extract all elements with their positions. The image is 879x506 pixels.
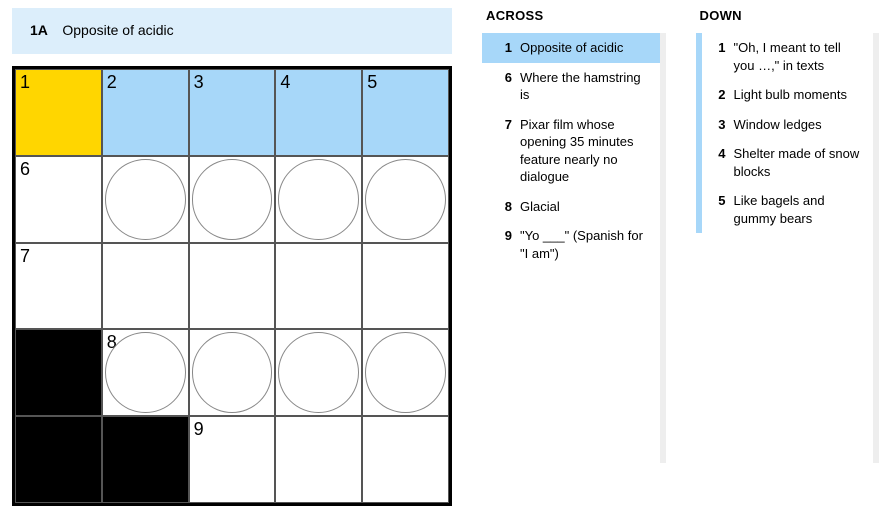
grid-cell[interactable]: 5 xyxy=(362,69,449,156)
across-heading: ACROSS xyxy=(482,8,666,23)
clue-text: Opposite of acidic xyxy=(520,39,650,57)
clue-number: 1 xyxy=(492,39,512,57)
grid-cell[interactable]: 9 xyxy=(189,416,276,503)
grid-cell[interactable] xyxy=(102,156,189,243)
clue-number: 6 xyxy=(492,69,512,104)
cell-number: 9 xyxy=(194,419,204,440)
clue-text: Glacial xyxy=(520,198,650,216)
clue-number: 8 xyxy=(492,198,512,216)
grid-cell[interactable] xyxy=(102,243,189,330)
grid-cell[interactable]: 8 xyxy=(102,329,189,416)
cell-circle-icon xyxy=(192,332,273,413)
down-clue-2[interactable]: 2 Light bulb moments xyxy=(696,80,874,110)
grid-cell[interactable] xyxy=(275,416,362,503)
down-clue-3[interactable]: 3 Window ledges xyxy=(696,110,874,140)
grid-cell[interactable]: 6 xyxy=(15,156,102,243)
clue-text: Window ledges xyxy=(734,116,864,134)
across-clue-6[interactable]: 6Where the hamstring is xyxy=(482,63,660,110)
clue-text: "Yo ___" (Spanish for "I am") xyxy=(520,227,650,262)
grid-cell[interactable]: 3 xyxy=(189,69,276,156)
grid-cell[interactable] xyxy=(189,156,276,243)
grid-cell[interactable] xyxy=(362,156,449,243)
cell-circle-icon xyxy=(365,332,446,413)
grid-cell[interactable] xyxy=(189,329,276,416)
grid-cell-black xyxy=(15,416,102,503)
cell-number: 7 xyxy=(20,246,30,267)
clue-text: Where the hamstring is xyxy=(520,69,650,104)
grid-cell[interactable] xyxy=(275,243,362,330)
clue-number: 7 xyxy=(492,116,512,186)
clue-number: 1 xyxy=(706,39,726,74)
across-clue-7[interactable]: 7Pixar film whose opening 35 minutes fea… xyxy=(482,110,660,192)
clue-number: 9 xyxy=(492,227,512,262)
grid-cell[interactable]: 4 xyxy=(275,69,362,156)
cell-circle-icon xyxy=(278,332,359,413)
left-panel: 1A Opposite of acidic 1 2 3 4 5 6 7 89 xyxy=(12,8,452,506)
clue-number: 2 xyxy=(706,86,726,104)
clue-number: 3 xyxy=(706,116,726,134)
cell-number: 2 xyxy=(107,72,117,93)
down-clue-list: 1"Oh, I meant to tell you …," in texts2L… xyxy=(696,33,879,463)
current-clue-bar[interactable]: 1A Opposite of acidic xyxy=(12,8,452,54)
cell-circle-icon xyxy=(192,159,273,240)
clue-text: Like bagels and gummy bears xyxy=(734,192,864,227)
across-column: ACROSS 1 Opposite of acidic 6Where the ham… xyxy=(482,8,666,506)
across-clue-list: 1 Opposite of acidic 6Where the hamstring … xyxy=(482,33,666,463)
crossword-grid[interactable]: 1 2 3 4 5 6 7 89 xyxy=(12,66,452,506)
down-clue-4[interactable]: 4Shelter made of snow blocks xyxy=(696,139,874,186)
cell-number: 3 xyxy=(194,72,204,93)
across-clue-8[interactable]: 8 Glacial xyxy=(482,192,660,222)
cell-number: 5 xyxy=(367,72,377,93)
clue-number: 5 xyxy=(706,192,726,227)
grid-cell[interactable] xyxy=(362,416,449,503)
grid-cell[interactable] xyxy=(189,243,276,330)
cell-number: 1 xyxy=(20,72,30,93)
grid-cell[interactable]: 2 xyxy=(102,69,189,156)
cell-circle-icon xyxy=(105,159,186,240)
grid-cell[interactable]: 7 xyxy=(15,243,102,330)
down-heading: DOWN xyxy=(696,8,879,23)
cell-circle-icon xyxy=(278,159,359,240)
current-clue-label: 1A xyxy=(30,22,48,38)
cell-number: 6 xyxy=(20,159,30,180)
grid-cell[interactable] xyxy=(275,156,362,243)
down-clue-5[interactable]: 5Like bagels and gummy bears xyxy=(696,186,874,233)
across-clue-1[interactable]: 1 Opposite of acidic xyxy=(482,33,660,63)
clue-text: Light bulb moments xyxy=(734,86,864,104)
grid-cell[interactable] xyxy=(275,329,362,416)
clue-text: Shelter made of snow blocks xyxy=(734,145,864,180)
across-clue-9[interactable]: 9"Yo ___" (Spanish for "I am") xyxy=(482,221,660,268)
down-clue-1[interactable]: 1"Oh, I meant to tell you …," in texts xyxy=(696,33,874,80)
cell-circle-icon xyxy=(105,332,186,413)
grid-cell[interactable]: 1 xyxy=(15,69,102,156)
grid-cell[interactable] xyxy=(362,329,449,416)
grid-cell-black xyxy=(102,416,189,503)
clue-number: 4 xyxy=(706,145,726,180)
cell-circle-icon xyxy=(365,159,446,240)
clue-text: "Oh, I meant to tell you …," in texts xyxy=(734,39,864,74)
down-column: DOWN 1"Oh, I meant to tell you …," in te… xyxy=(696,8,879,506)
cell-number: 4 xyxy=(280,72,290,93)
crossword-layout: 1A Opposite of acidic 123456789 ACROSS 1… xyxy=(0,0,879,506)
current-clue-text: Opposite of acidic xyxy=(62,22,173,38)
clue-text: Pixar film whose opening 35 minutes feat… xyxy=(520,116,650,186)
grid-cell-black xyxy=(15,329,102,416)
grid-cell[interactable] xyxy=(362,243,449,330)
